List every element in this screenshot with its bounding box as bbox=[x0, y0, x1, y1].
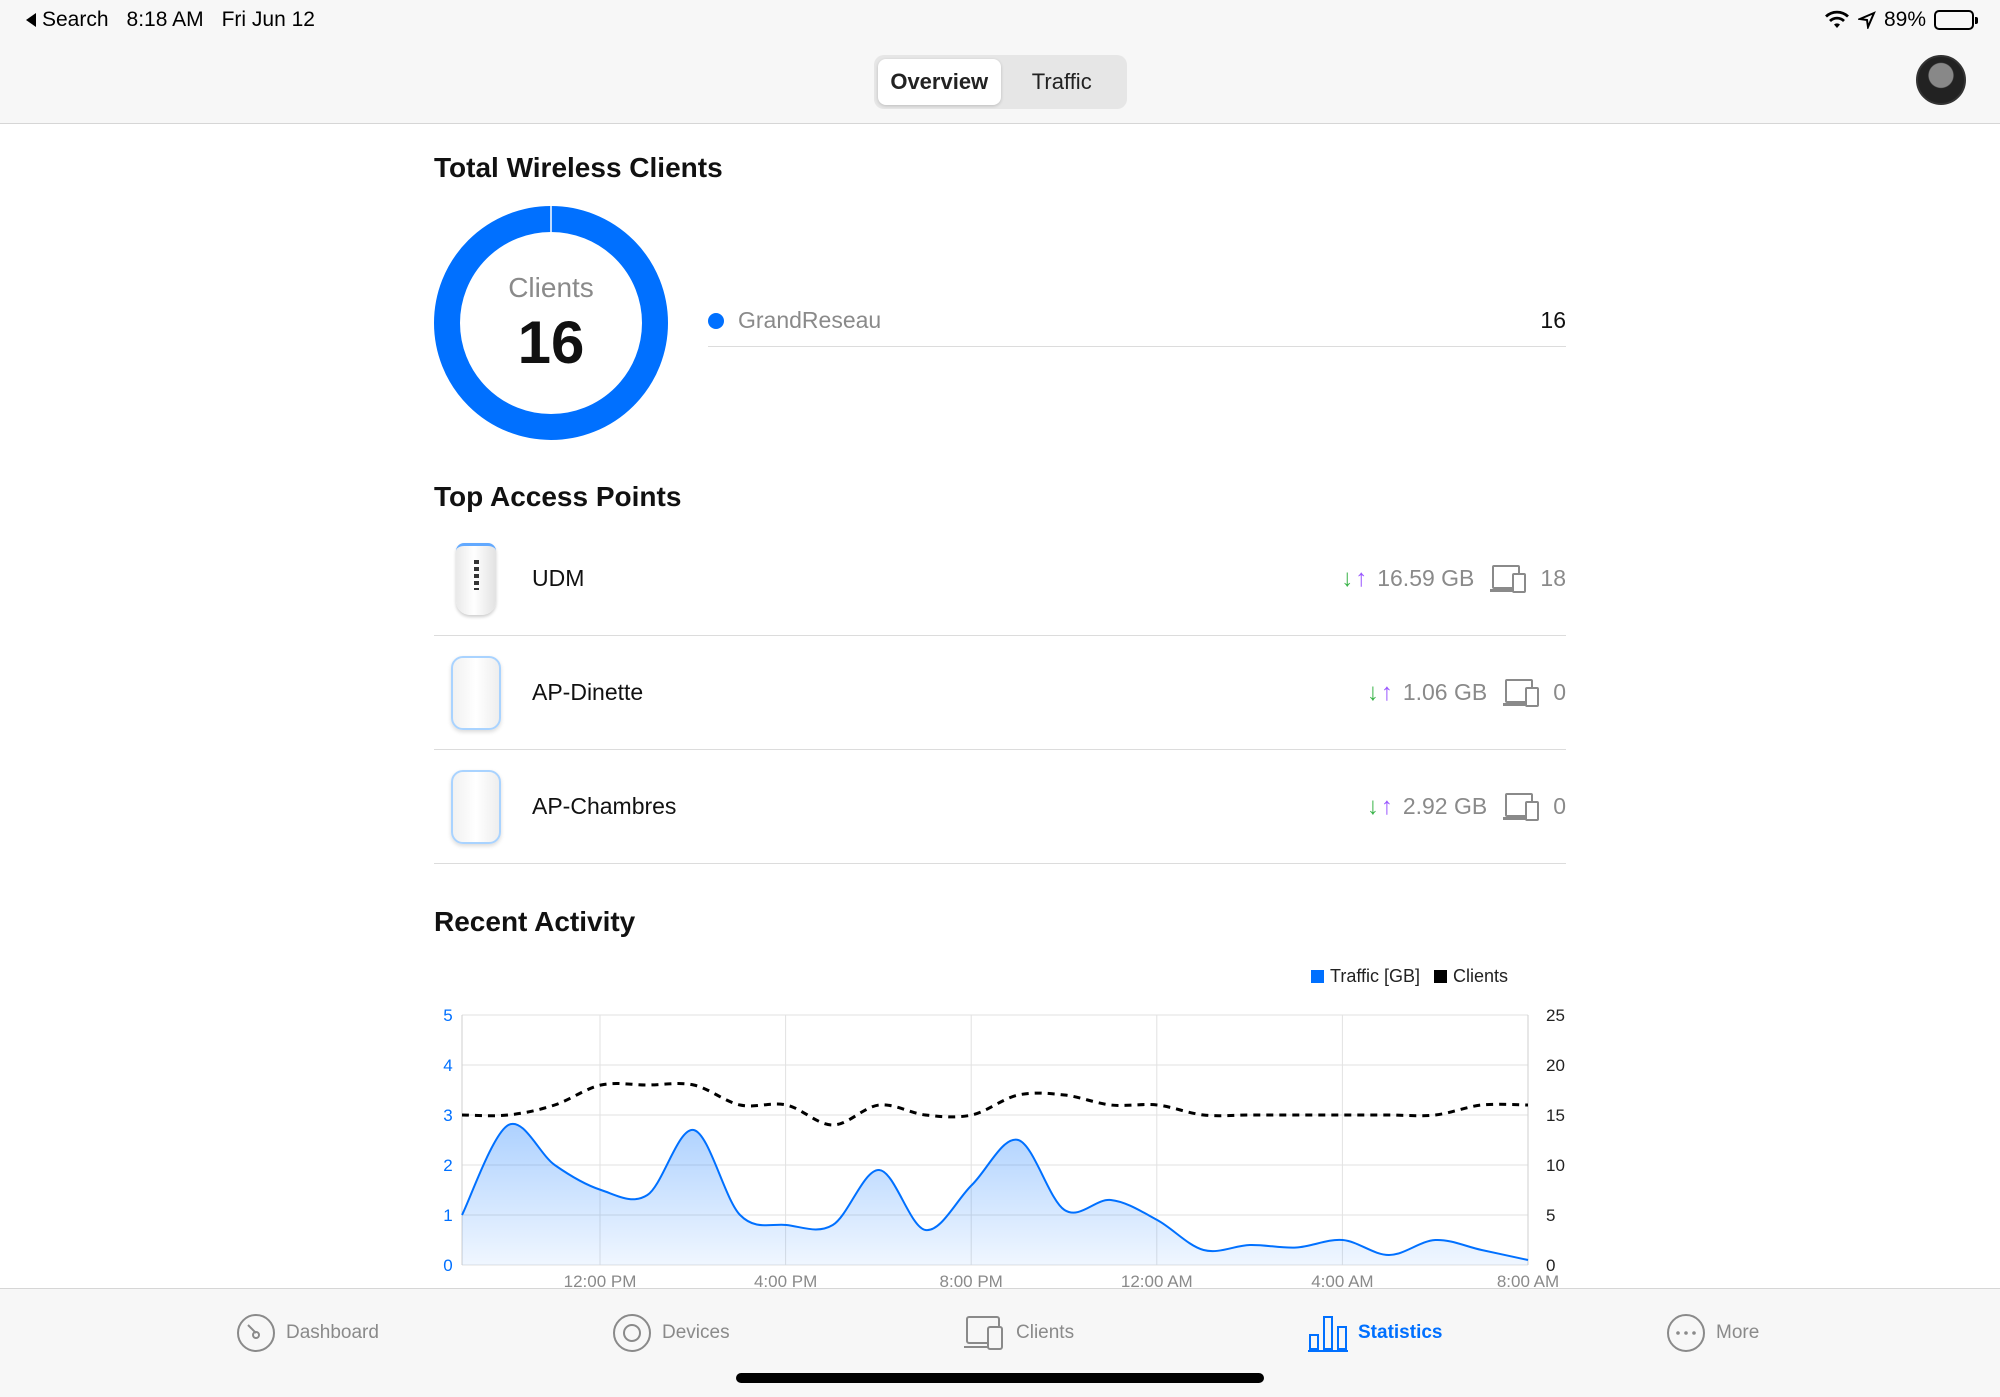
recent-activity-chart: 0 01 52 103 154 205 2512:00 PM 4:00 PM 8:00 PM 12… bbox=[443, 1006, 1565, 1287]
location-icon bbox=[1857, 11, 1876, 29]
legend-clients-label: Clients bbox=[1453, 966, 1509, 986]
status-bar-left: Search 8:18 AM Fri Jun 12 bbox=[26, 8, 315, 32]
access-point-name: AP-Chambres bbox=[532, 793, 677, 819]
avatar[interactable] bbox=[1916, 55, 1966, 105]
y-left-tick-label: 0 bbox=[443, 1256, 452, 1275]
x-tick-label: 12:00 PM bbox=[564, 1272, 637, 1287]
access-point-name: UDM bbox=[532, 565, 585, 591]
network-color-dot bbox=[708, 312, 724, 329]
chart-legend: Traffic [GB] Clients bbox=[1311, 966, 1508, 987]
upload-arrow-icon: ↑ bbox=[1380, 678, 1393, 706]
y-left-tick-label: 4 bbox=[443, 1056, 452, 1075]
legend-traffic-label: Traffic [GB] bbox=[1330, 966, 1421, 986]
traffic-area-fill bbox=[462, 1123, 1528, 1265]
legend-clients-swatch bbox=[1434, 970, 1448, 983]
tab-devices[interactable]: Devices bbox=[612, 1313, 730, 1353]
tab-more[interactable]: More bbox=[1666, 1313, 1759, 1353]
y-right-tick-label: 25 bbox=[1546, 1006, 1565, 1025]
y-right-tick-label: 15 bbox=[1546, 1106, 1565, 1125]
view-segmented-control: Overview Traffic bbox=[874, 55, 1127, 109]
y-left-tick-label: 1 bbox=[443, 1206, 452, 1225]
tab-label: More bbox=[1716, 1322, 1760, 1343]
statistics-icon bbox=[1308, 1316, 1348, 1352]
top-bar: Search 8:18 AM Fri Jun 12 89% Overview T… bbox=[0, 0, 2000, 124]
back-label: Search bbox=[42, 8, 109, 31]
access-point-row-ap-chambres[interactable]: AP-Chambres ↓ ↑ 2.92 GB 0 bbox=[434, 750, 1566, 864]
access-point-client-count: 0 bbox=[1553, 793, 1566, 819]
network-name: GrandReseau bbox=[738, 307, 882, 333]
status-date: Fri Jun 12 bbox=[221, 8, 315, 31]
back-to-search[interactable]: Search bbox=[26, 8, 109, 32]
status-bar-right: 89% bbox=[1824, 8, 1978, 32]
access-point-traffic: 2.92 GB bbox=[1402, 793, 1488, 819]
tab-label: Statistics bbox=[1358, 1322, 1443, 1343]
clients-icon bbox=[964, 1316, 1003, 1350]
tab-traffic[interactable]: Traffic bbox=[1001, 59, 1124, 105]
tab-label: Dashboard bbox=[286, 1322, 379, 1343]
tab-label: Clients bbox=[1016, 1322, 1075, 1343]
upload-arrow-icon: ↑ bbox=[1355, 564, 1368, 592]
access-point-client-count: 18 bbox=[1540, 565, 1566, 591]
download-arrow-icon: ↓ bbox=[1366, 792, 1379, 820]
tab-overview[interactable]: Overview bbox=[878, 59, 1001, 105]
access-point-row-ap-dinette[interactable]: AP-Dinette ↓ ↑ 1.06 GB 0 bbox=[434, 636, 1566, 750]
access-point-client-count: 0 bbox=[1553, 679, 1566, 705]
access-point-stats: ↓ ↑ 2.92 GB 0 bbox=[1367, 791, 1566, 823]
wifi-icon bbox=[1825, 10, 1849, 28]
clients-devices-icon bbox=[1503, 791, 1543, 823]
x-tick-label: 8:00 PM bbox=[940, 1272, 1003, 1287]
section-title-recent-activity: Recent Activity bbox=[434, 906, 636, 937]
clients-devices-icon bbox=[1490, 563, 1530, 595]
udm-device-icon bbox=[434, 537, 518, 621]
access-point-stats: ↓ ↑ 16.59 GB 18 bbox=[1341, 563, 1566, 595]
more-icon bbox=[1667, 1314, 1705, 1352]
network-legend-row[interactable]: GrandReseau 16 bbox=[708, 295, 1566, 347]
clients-series-line bbox=[461, 1082, 1529, 1127]
legend-traffic-swatch bbox=[1311, 970, 1324, 983]
section-title-wireless-clients: Total Wireless Clients bbox=[434, 152, 723, 183]
y-left-tick-label: 5 bbox=[443, 1006, 452, 1025]
access-point-row-udm[interactable]: UDM ↓ ↑ 16.59 GB 18 bbox=[434, 522, 1566, 636]
status-time: 8:18 AM bbox=[126, 8, 204, 31]
battery-percent: 89% bbox=[1883, 8, 1926, 31]
devices-icon bbox=[613, 1314, 651, 1352]
access-point-device-icon bbox=[434, 765, 518, 849]
x-tick-label: 8:00 AM bbox=[1497, 1272, 1559, 1287]
download-arrow-icon: ↓ bbox=[1366, 678, 1379, 706]
network-client-count: 16 bbox=[1540, 307, 1566, 333]
x-tick-label: 4:00 AM bbox=[1311, 1272, 1373, 1287]
back-arrow-icon bbox=[26, 13, 36, 27]
home-indicator bbox=[736, 1373, 1264, 1383]
y-left-tick-label: 2 bbox=[443, 1156, 452, 1175]
tab-clients[interactable]: Clients bbox=[964, 1313, 1074, 1353]
x-tick-label: 12:00 AM bbox=[1121, 1272, 1193, 1287]
access-point-traffic: 16.59 GB bbox=[1377, 565, 1475, 591]
donut-value: 16 bbox=[517, 309, 585, 376]
access-point-traffic: 1.06 GB bbox=[1402, 679, 1488, 705]
y-right-tick-label: 20 bbox=[1546, 1056, 1565, 1075]
tab-label: Devices bbox=[662, 1322, 730, 1343]
battery-icon bbox=[1934, 10, 1978, 30]
dashboard-icon bbox=[237, 1314, 275, 1352]
y-left-tick-label: 3 bbox=[443, 1106, 452, 1125]
tab-statistics[interactable]: Statistics bbox=[1308, 1313, 1442, 1353]
y-right-tick-label: 5 bbox=[1546, 1206, 1555, 1225]
donut-label: Clients bbox=[508, 272, 594, 303]
access-point-device-icon bbox=[434, 651, 518, 735]
access-point-name: AP-Dinette bbox=[532, 679, 644, 705]
x-tick-label: 4:00 PM bbox=[754, 1272, 817, 1287]
upload-arrow-icon: ↑ bbox=[1380, 792, 1393, 820]
y-right-tick-label: 10 bbox=[1546, 1156, 1565, 1175]
access-point-stats: ↓ ↑ 1.06 GB 0 bbox=[1367, 677, 1566, 709]
section-title-top-access-points: Top Access Points bbox=[434, 481, 682, 512]
download-arrow-icon: ↓ bbox=[1341, 564, 1354, 592]
tab-dashboard[interactable]: Dashboard bbox=[236, 1313, 379, 1353]
clients-devices-icon bbox=[1503, 677, 1543, 709]
